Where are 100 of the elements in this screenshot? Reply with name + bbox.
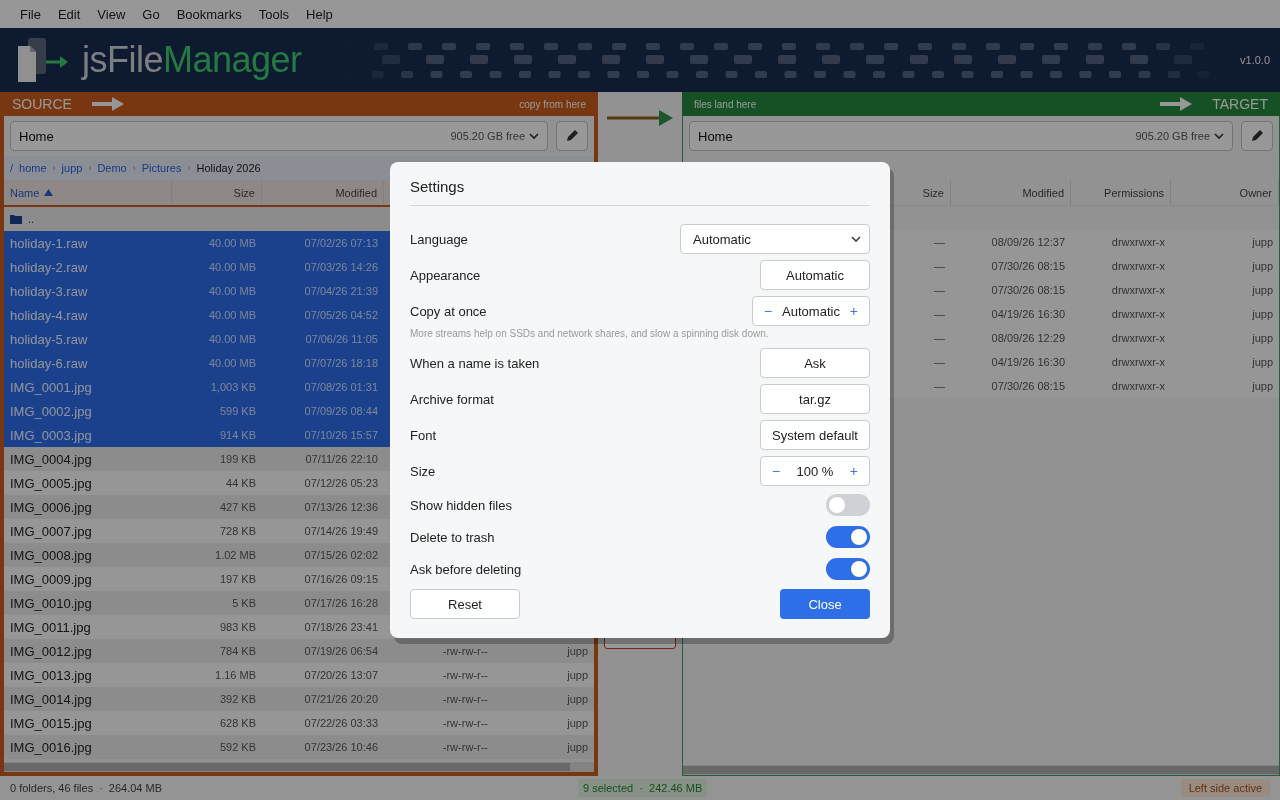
menu-item[interactable]: Bookmarks [168,6,250,22]
breadcrumb-separator: › [132,163,136,173]
edit-button[interactable] [556,121,588,151]
file-owner: jupp [1252,380,1273,392]
toggle-switch[interactable] [826,558,870,580]
reset-button[interactable]: Reset [410,589,520,619]
location-dropdown[interactable]: Home 905.20 GB free [689,121,1233,151]
option-button[interactable]: System default [760,420,870,450]
file-row[interactable]: IMG_0014.jpg 392 KB 07/21/26 20:20 -rw-rw-r-- jupp [4,687,594,711]
scrollbar[interactable] [683,766,1279,774]
increment-button[interactable]: + [846,463,861,479]
file-row[interactable]: IMG_0012.jpg 784 KB 07/19/26 06:54 -rw-rw-r-- jupp [4,639,594,663]
file-size: — [934,356,945,368]
menu-item[interactable]: Go [134,6,168,22]
file-size: 40.00 MB [207,333,257,345]
file-modified: 07/09/26 08:44 [303,405,379,417]
total-size-label: 264.04 MB [108,782,163,794]
decrement-button[interactable]: − [769,463,784,479]
file-size: 40.00 MB [207,357,257,369]
file-permissions: drwxrwxr-x [1111,236,1165,248]
panel-hint: files land here [694,98,757,110]
free-space-label: 905.20 GB free [1135,130,1210,142]
folder-icon [10,214,22,224]
menu-item[interactable]: View [89,6,134,22]
option-button[interactable]: tar.gz [760,384,870,414]
menu-item[interactable]: Tools [250,6,298,22]
file-owner: jupp [1252,308,1273,320]
edit-button[interactable] [1241,121,1273,151]
file-count-label: 0 folders, 46 files [10,782,94,794]
file-modified: 07/07/26 18:18 [303,357,379,369]
file-row[interactable]: IMG_0016.jpg 592 KB 07/23/26 10:46 -rw-rw-r-- jupp [4,735,594,759]
column-heading[interactable]: Modified [951,180,1071,205]
setting-label: When a name is taken [410,355,540,371]
breadcrumb-item[interactable]: Pictures [141,162,182,174]
file-modified: 07/14/26 19:49 [303,525,379,537]
file-size: 44 KB [225,477,257,489]
setting-label: Delete to trash [410,529,495,545]
menu-item[interactable]: File [12,6,49,22]
file-name: IMG_0004.jpg [9,451,93,467]
breadcrumb-item[interactable]: / [10,162,14,174]
file-size: 728 KB [218,525,257,537]
file-size: 592 KB [218,741,257,753]
decrement-button[interactable]: − [761,303,776,319]
file-modified: 08/09/26 12:37 [991,236,1065,248]
file-size: — [934,332,945,344]
file-modified: 07/12/26 05:23 [303,477,379,489]
file-row[interactable]: IMG_0013.jpg 1.16 MB 07/20/26 13:07 -rw-rw-r-- jupp [4,663,594,687]
file-modified: 07/23/26 10:46 [303,741,379,753]
location-dropdown[interactable]: Home 905.20 GB free [10,121,548,151]
file-size: — [934,380,945,392]
file-row[interactable]: IMG_0015.jpg 628 KB 07/22/26 03:33 -rw-rw-r-- jupp [4,711,594,735]
toggle-switch[interactable] [826,494,870,516]
file-permissions: -rw-rw-r-- [441,669,489,681]
file-owner: jupp [1252,284,1273,296]
stepper-value: 100 % [796,463,834,479]
file-owner: jupp [1252,332,1273,344]
file-name: IMG_0013.jpg [9,667,93,683]
file-name: IMG_0012.jpg [9,643,93,659]
close-button[interactable]: Close [780,589,870,619]
file-size: 392 KB [218,693,257,705]
column-heading[interactable]: Owner [1171,180,1279,205]
panel-hint: copy from here [519,98,586,110]
breadcrumb-item[interactable]: jupp [61,162,83,174]
file-modified: 07/02/26 07:13 [303,237,379,249]
file-size: 40.00 MB [207,261,257,273]
file-modified: 07/15/26 02:02 [303,549,379,561]
pencil-icon [1250,129,1264,143]
file-owner: jupp [1252,356,1273,368]
file-owner: jupp [566,717,589,729]
location-name: Home [19,128,55,144]
scrollbar[interactable] [4,763,571,771]
copy-direction-arrow-icon [607,109,673,127]
menu-item[interactable]: Edit [49,6,89,22]
file-name: IMG_0016.jpg [9,739,93,755]
column-heading[interactable]: Permissions [1071,180,1171,205]
file-name: IMG_0002.jpg [9,403,93,419]
file-name: IMG_0006.jpg [9,499,93,515]
column-heading[interactable]: Size [172,180,262,205]
file-size: 197 KB [218,573,257,585]
file-modified: 07/04/26 21:39 [303,285,379,297]
file-name: IMG_0005.jpg [9,475,93,491]
breadcrumb-item[interactable]: Demo [97,162,127,174]
breadcrumb-item[interactable]: home [19,162,47,174]
toggle-switch[interactable] [826,526,870,548]
file-permissions: drwxrwxr-x [1111,380,1165,392]
file-size: 914 KB [218,429,257,441]
file-size: 784 KB [218,645,257,657]
breadcrumb-item[interactable]: Holiday 2026 [196,162,261,174]
language-dropdown[interactable]: Automatic [680,224,870,254]
increment-button[interactable]: + [846,303,861,319]
file-modified: 07/16/26 09:15 [303,573,379,585]
file-permissions: drwxrwxr-x [1111,332,1165,344]
menu-item[interactable]: Help [298,6,341,22]
column-heading[interactable]: Modified [262,180,384,205]
file-modified: 07/30/26 08:15 [991,284,1065,296]
option-button[interactable]: Automatic [760,260,870,290]
version-label: v1.0.0 [1240,54,1270,66]
column-heading[interactable]: Name [4,180,172,205]
breadcrumb-separator: › [187,163,191,173]
option-button[interactable]: Ask [760,348,870,378]
